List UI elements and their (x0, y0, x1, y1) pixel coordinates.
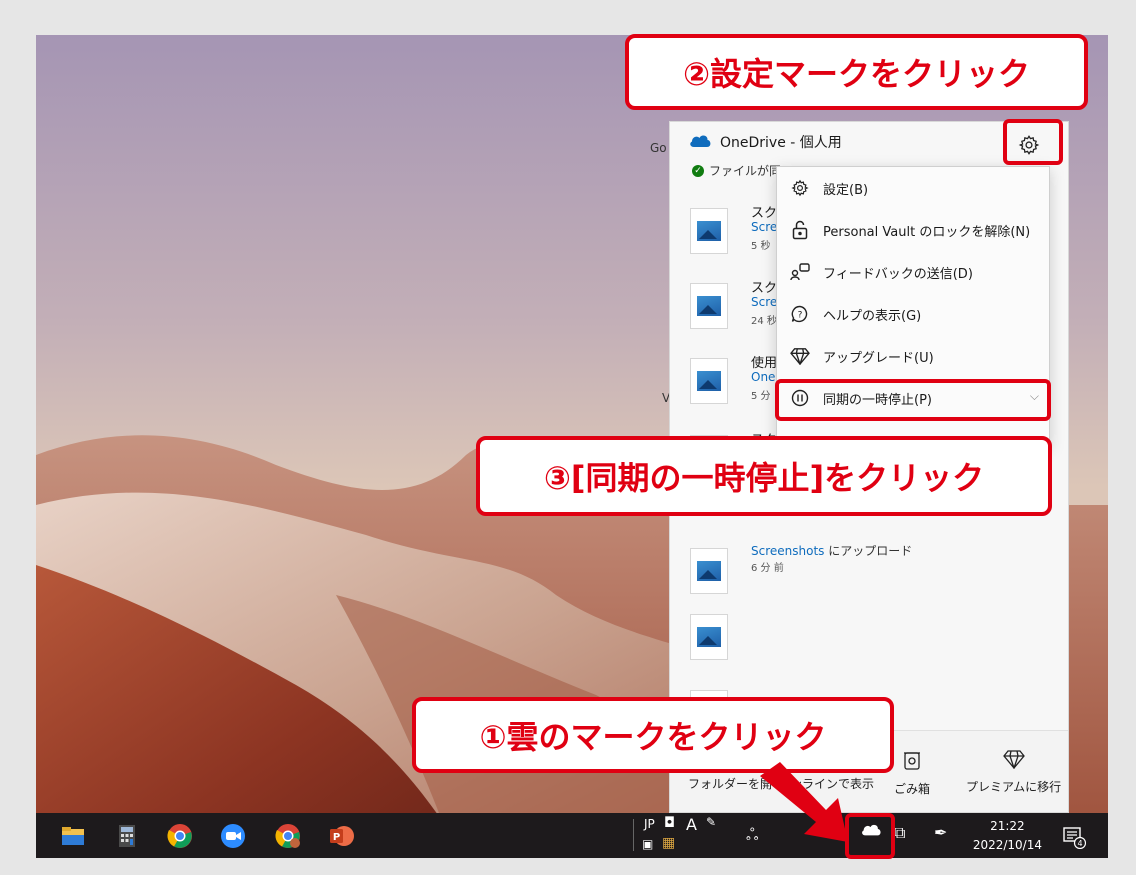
callout-step3: ③[同期の一時停止]をクリック (476, 436, 1052, 516)
diamond-icon (777, 347, 823, 365)
tray-package-icon[interactable]: ▦ (662, 835, 675, 851)
menu-item-settings[interactable]: 設定(B) (777, 167, 1049, 209)
file-name: 使用 (751, 356, 778, 371)
callout-step2: ②設定マークをクリック (625, 34, 1088, 110)
menu-item-upgrade[interactable]: アップグレード(U) (777, 335, 1049, 377)
file-name: スク (751, 206, 778, 221)
list-item[interactable] (690, 606, 1050, 676)
settings-gear-highlight (1003, 119, 1063, 165)
file-folder-link[interactable]: Scre (751, 220, 777, 234)
chrome-icon[interactable] (167, 823, 193, 849)
sync-status: ✓ ファイルが同 (692, 162, 781, 179)
clock-date: 2022/10/14 (972, 838, 1042, 852)
file-time: 24 秒 (751, 316, 777, 327)
tray-app-icon[interactable]: ⧉ (894, 823, 905, 843)
notification-center-button[interactable]: 4 (1062, 825, 1087, 853)
image-file-icon (690, 208, 728, 254)
sync-status-text: ファイルが同 (709, 164, 782, 178)
file-time: 6 分 前 (751, 563, 784, 574)
check-icon: ✓ (692, 164, 704, 177)
powerpoint-icon[interactable]: P (328, 823, 354, 849)
image-file-icon (690, 548, 728, 594)
calculator-icon[interactable] (114, 823, 140, 849)
file-folder-link[interactable]: Scre (751, 295, 777, 309)
onedrive-title: OneDrive (720, 135, 786, 151)
feedback-icon (777, 263, 823, 281)
menu-item-label: ヘルプの表示(G) (823, 308, 922, 324)
ime-a-indicator[interactable]: A (686, 815, 697, 834)
file-explorer-icon[interactable] (60, 823, 86, 849)
taskbar: P JP ◘ A ✎ ▣ ▦ ஃ ▭ ⧉ ✒ 21:22 2022/10/14 … (36, 813, 1108, 858)
ime-jp-indicator[interactable]: JP (644, 817, 655, 831)
menu-item-label: Personal Vault のロックを解除(N) (823, 224, 1031, 240)
premium-label: プレミアムに移行 (966, 780, 1062, 794)
recycle-bin-button[interactable]: ごみ箱 (894, 749, 930, 797)
arrow-icon (760, 762, 848, 842)
flyout-header: OneDrive - 個人用 (688, 132, 842, 152)
recycle-bin-label: ごみ箱 (894, 782, 931, 796)
ime-mode-icon[interactable]: ◘ (664, 815, 675, 831)
file-folder-link[interactable]: Screenshots にアップロード (751, 542, 912, 559)
tray-app-icon[interactable]: ✎ (706, 815, 716, 829)
image-file-icon (690, 614, 728, 660)
help-icon: ? (777, 305, 823, 323)
clock-time: 21:22 (990, 819, 1025, 833)
menu-item-feedback[interactable]: フィードバックの送信(D) (777, 251, 1049, 293)
recycle-bin-icon (894, 749, 930, 774)
taskbar-clock[interactable]: 21:22 2022/10/14 (973, 817, 1042, 855)
file-name: スク (751, 281, 778, 296)
desktop-icon-label: Go (650, 141, 667, 155)
notification-count: 4 (1077, 839, 1082, 848)
menu-item-label: 設定(B) (823, 182, 869, 198)
svg-text:P: P (333, 832, 340, 843)
zoom-icon[interactable] (220, 823, 246, 849)
file-time: 5 分 (751, 391, 771, 402)
svg-text:?: ? (798, 311, 803, 321)
menu-item-unlock-vault[interactable]: Personal Vault のロックを解除(N) (777, 209, 1049, 251)
menu-item-label: フィードバックの送信(D) (823, 266, 973, 282)
menu-item-label: アップグレード(U) (823, 350, 934, 366)
premium-button[interactable]: プレミアムに移行 (966, 749, 1061, 795)
onedrive-cloud-icon (688, 132, 712, 152)
menu-item-help[interactable]: ? ヘルプの表示(G) (777, 293, 1049, 335)
file-folder-link[interactable]: One (751, 370, 775, 384)
diamond-icon (966, 749, 1061, 772)
taskbar-divider (633, 819, 634, 851)
onedrive-subtitle: - 個人用 (785, 135, 842, 151)
image-file-icon (690, 283, 728, 329)
pen-icon[interactable]: ✒ (934, 823, 947, 842)
pause-sync-highlight (775, 379, 1051, 421)
file-time: 5 秒 (751, 241, 771, 252)
unlock-icon (777, 220, 823, 240)
gear-icon (777, 179, 823, 197)
image-file-icon (690, 358, 728, 404)
tray-app-icon[interactable]: ▣ (642, 837, 653, 851)
list-item[interactable]: Screenshots にアップロード 6 分 前 (690, 540, 1050, 610)
chrome-profile-icon[interactable] (275, 823, 301, 849)
